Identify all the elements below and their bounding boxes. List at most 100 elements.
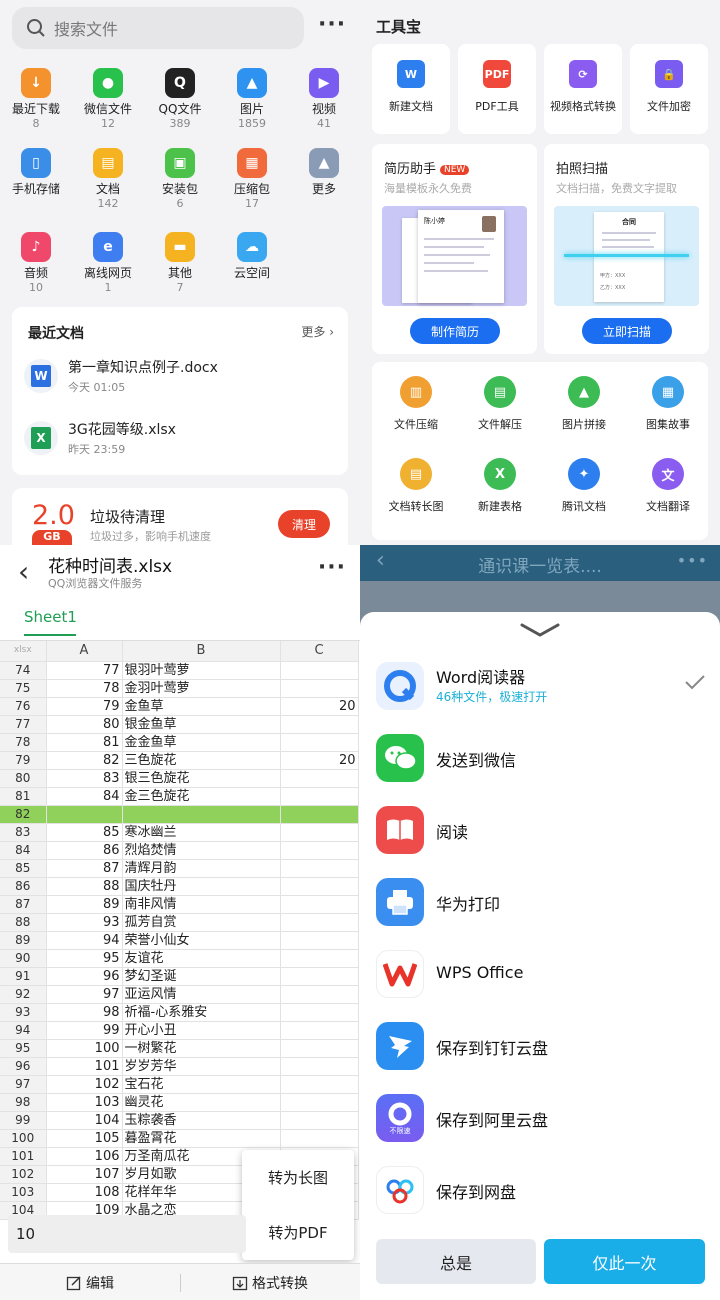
table-row[interactable]: 79 82 三色旋花 20 bbox=[0, 751, 359, 770]
cell-a[interactable]: 85 bbox=[46, 823, 123, 842]
cell-a[interactable]: 101 bbox=[46, 1057, 123, 1076]
tool-grid-item[interactable]: ▲ 图片拼接 bbox=[542, 376, 626, 432]
cell-c[interactable]: 20 bbox=[280, 751, 359, 770]
cell-b[interactable]: 国庆牡丹 bbox=[122, 877, 281, 896]
cell-a[interactable]: 99 bbox=[46, 1021, 123, 1040]
cell-c[interactable] bbox=[280, 1021, 359, 1040]
cell-c[interactable] bbox=[280, 1003, 359, 1022]
table-row[interactable]: 98 103 幽灵花 bbox=[0, 1093, 359, 1112]
spreadsheet-grid[interactable]: xlsx A B C 74 77 银羽叶莺萝 75 78 金羽叶莺萝 76 79 金鱼草 20 77… bbox=[0, 641, 360, 1221]
app-option-netdisk[interactable]: 保存到网盘 bbox=[376, 1162, 706, 1218]
cell-c[interactable] bbox=[280, 787, 359, 806]
cell-b[interactable]: 金鱼草 bbox=[122, 697, 281, 716]
cell-b[interactable]: 寒冰幽兰 bbox=[122, 823, 281, 842]
category-item[interactable]: ▤ 文档 142 bbox=[72, 148, 144, 210]
tool-item[interactable]: W 新建文档 bbox=[372, 44, 450, 134]
more-options-icon[interactable]: ··· bbox=[318, 555, 346, 580]
scan-now-button[interactable]: 立即扫描 bbox=[582, 318, 672, 344]
table-row[interactable]: 92 97 亚运风情 bbox=[0, 985, 359, 1004]
cell-a[interactable]: 88 bbox=[46, 877, 123, 896]
category-item[interactable]: ▬ 其他 7 bbox=[144, 232, 216, 294]
category-item[interactable]: ☁ 云空间 bbox=[216, 232, 288, 281]
cell-b[interactable]: 荣誉小仙女 bbox=[122, 931, 281, 950]
category-item[interactable]: ♪ 音频 10 bbox=[0, 232, 72, 294]
cell-a[interactable]: 87 bbox=[46, 859, 123, 878]
table-row[interactable]: 91 96 梦幻圣诞 bbox=[0, 967, 359, 986]
cell-c[interactable] bbox=[280, 859, 359, 878]
cell-c[interactable] bbox=[280, 1039, 359, 1058]
category-item[interactable]: ▦ 压缩包 17 bbox=[216, 148, 288, 210]
cell-c[interactable] bbox=[280, 841, 359, 860]
table-row[interactable]: 84 86 烈焰焚情 bbox=[0, 841, 359, 860]
cell-c[interactable] bbox=[280, 931, 359, 950]
edit-button[interactable]: 编辑 bbox=[66, 1273, 114, 1293]
cell-a[interactable]: 82 bbox=[46, 751, 123, 770]
category-item[interactable]: ▯ 手机存储 bbox=[0, 148, 72, 197]
cleanup-button[interactable]: 清理 bbox=[278, 510, 330, 538]
app-option-aliyun-drive[interactable]: 不限速 保存到阿里云盘 bbox=[376, 1090, 706, 1146]
cell-a[interactable]: 98 bbox=[46, 1003, 123, 1022]
make-resume-button[interactable]: 制作简历 bbox=[410, 318, 500, 344]
table-row[interactable]: 95 100 一树繁花 bbox=[0, 1039, 359, 1058]
cell-c[interactable] bbox=[280, 949, 359, 968]
cell-b[interactable]: 三色旋花 bbox=[122, 751, 281, 770]
cell-c[interactable] bbox=[280, 913, 359, 932]
cell-c[interactable] bbox=[280, 895, 359, 914]
cell-b[interactable]: 金羽叶莺萝 bbox=[122, 679, 281, 698]
recent-doc-item[interactable]: W 第一章知识点例子.docx 今天 01:05 bbox=[24, 353, 334, 403]
cell-a[interactable]: 97 bbox=[46, 985, 123, 1004]
table-row[interactable]: 94 99 开心小丑 bbox=[0, 1021, 359, 1040]
category-item[interactable]: Q QQ文件 389 bbox=[144, 68, 216, 130]
cell-input[interactable]: 10 bbox=[8, 1215, 246, 1253]
tool-grid-item[interactable]: X 新建表格 bbox=[458, 458, 542, 514]
category-item[interactable]: ↓ 最近下载 8 bbox=[0, 68, 72, 130]
tool-item[interactable]: 🔒 文件加密 bbox=[630, 44, 708, 134]
cell-c[interactable] bbox=[280, 1057, 359, 1076]
format-convert-button[interactable]: 格式转换 bbox=[232, 1273, 308, 1293]
table-row[interactable]: 74 77 银羽叶莺萝 bbox=[0, 661, 359, 680]
cell-a[interactable]: 100 bbox=[46, 1039, 123, 1058]
cell-b[interactable]: 南非风情 bbox=[122, 895, 281, 914]
recent-doc-item[interactable]: X 3G花园等级.xlsx 昨天 23:59 bbox=[24, 415, 334, 465]
cell-b[interactable] bbox=[122, 805, 281, 824]
table-row[interactable]: 85 87 清辉月韵 bbox=[0, 859, 359, 878]
cell-c[interactable] bbox=[280, 769, 359, 788]
cell-b[interactable]: 银金鱼草 bbox=[122, 715, 281, 734]
cell-a[interactable] bbox=[46, 805, 123, 824]
cell-a[interactable]: 81 bbox=[46, 733, 123, 752]
cell-a[interactable]: 83 bbox=[46, 769, 123, 788]
cell-b[interactable]: 金金鱼草 bbox=[122, 733, 281, 752]
cell-a[interactable]: 106 bbox=[46, 1147, 123, 1166]
cell-a[interactable]: 80 bbox=[46, 715, 123, 734]
recent-docs-more-link[interactable]: 更多 › bbox=[301, 323, 334, 340]
cell-a[interactable]: 108 bbox=[46, 1183, 123, 1202]
cell-a[interactable]: 103 bbox=[46, 1093, 123, 1112]
cell-b[interactable]: 清辉月韵 bbox=[122, 859, 281, 878]
app-option-wechat[interactable]: 发送到微信 bbox=[376, 730, 706, 786]
cell-c[interactable] bbox=[280, 967, 359, 986]
cell-b[interactable]: 祈福-心系雅安 bbox=[122, 1003, 281, 1022]
search-bar[interactable]: 搜索文件 bbox=[12, 7, 304, 49]
cell-a[interactable]: 102 bbox=[46, 1075, 123, 1094]
table-row[interactable]: 75 78 金羽叶莺萝 bbox=[0, 679, 359, 698]
category-item[interactable]: ▲ 图片 1859 bbox=[216, 68, 288, 130]
category-item[interactable]: ● 微信文件 12 bbox=[72, 68, 144, 130]
table-row[interactable]: 76 79 金鱼草 20 bbox=[0, 697, 359, 716]
tool-grid-item[interactable]: ▥ 文件压缩 bbox=[374, 376, 458, 432]
tool-grid-item[interactable]: ▤ 文件解压 bbox=[458, 376, 542, 432]
cell-b[interactable]: 金三色旋花 bbox=[122, 787, 281, 806]
table-row[interactable]: 80 83 银三色旋花 bbox=[0, 769, 359, 788]
table-row[interactable]: 90 95 友谊花 bbox=[0, 949, 359, 968]
cell-b[interactable]: 幽灵花 bbox=[122, 1093, 281, 1112]
cell-b[interactable]: 梦幻圣诞 bbox=[122, 967, 281, 986]
category-item[interactable]: ▲ 更多 bbox=[288, 148, 360, 197]
table-row[interactable]: 93 98 祈福-心系雅安 bbox=[0, 1003, 359, 1022]
cell-a[interactable]: 95 bbox=[46, 949, 123, 968]
cell-a[interactable]: 79 bbox=[46, 697, 123, 716]
cell-b[interactable]: 烈焰焚情 bbox=[122, 841, 281, 860]
sheet-tab[interactable]: Sheet1 bbox=[24, 608, 77, 626]
cell-c[interactable] bbox=[280, 1075, 359, 1094]
app-option-word-reader[interactable]: Word阅读器 46种文件，极速打开 bbox=[376, 658, 706, 714]
app-option-dingtalk[interactable]: 保存到钉钉云盘 bbox=[376, 1018, 706, 1074]
more-options-icon[interactable]: ··· bbox=[318, 12, 346, 37]
